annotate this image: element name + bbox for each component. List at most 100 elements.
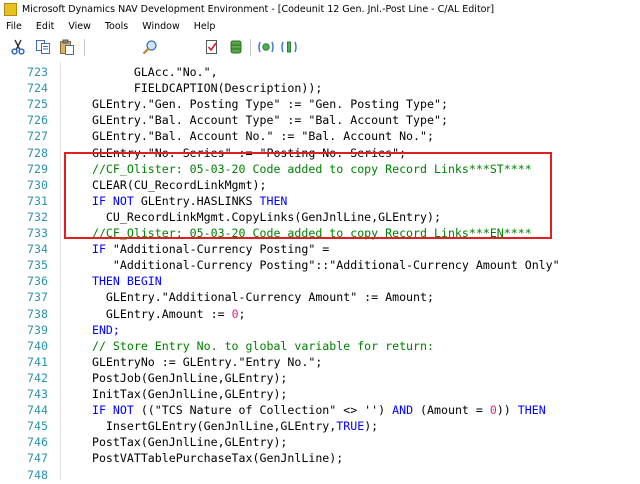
- toolbar-separator: [84, 39, 85, 56]
- code-text: THEN BEGIN: [78, 273, 162, 290]
- code-token: InsertGLEntry(GenJnlLine,GLEntry,: [78, 419, 337, 434]
- menu-help[interactable]: Help: [186, 21, 222, 32]
- code-token: GLEntry."Bal. Account No." := "Bal. Acco…: [78, 129, 434, 144]
- code-line[interactable]: 747 PostVATTablePurchaseTax(GenJnlLine);: [0, 450, 640, 467]
- toolbar-separator: [250, 39, 251, 56]
- code-line[interactable]: 740 // Store Entry No. to global variabl…: [0, 338, 640, 355]
- code-token: "Additional-Currency Posting"::"Addition…: [78, 258, 560, 273]
- code-token: "Additional-Currency Posting" =: [105, 242, 330, 257]
- code-line[interactable]: 743 InitTax(GenJnlLine,GLEntry);: [0, 386, 640, 403]
- code-token: GLEntry."Gen. Posting Type" := "Gen. Pos…: [78, 97, 448, 112]
- code-line[interactable]: 748: [0, 467, 640, 484]
- code-text: PostVATTablePurchaseTax(GenJnlLine);: [78, 450, 343, 467]
- code-text: GLEntry.Amount := 0;: [78, 306, 246, 323]
- paste-icon[interactable]: [57, 37, 77, 57]
- menu-view[interactable]: View: [60, 21, 97, 32]
- cal-code-editor[interactable]: 723 GLAcc."No.", 724 FIELDCAPTION(Descrip…: [0, 62, 640, 482]
- code-token: PostTax(GenJnlLine,GLEntry);: [78, 435, 288, 450]
- menu-edit[interactable]: Edit: [28, 21, 60, 32]
- line-number: 744: [27, 403, 48, 418]
- code-line[interactable]: 738 GLEntry.Amount := 0;: [0, 306, 640, 323]
- title-bar: Microsoft Dynamics NAV Development Envir…: [0, 0, 640, 18]
- code-token: AND: [392, 403, 414, 418]
- code-token: THEN: [517, 403, 546, 418]
- cut-icon[interactable]: [8, 37, 28, 57]
- code-token: THEN BEGIN: [78, 274, 162, 289]
- code-line[interactable]: 741 GLEntryNo := GLEntry."Entry No.";: [0, 354, 640, 371]
- line-number: 739: [27, 322, 48, 337]
- code-text: GLAcc."No.",: [78, 64, 218, 81]
- code-token: PostVATTablePurchaseTax(GenJnlLine);: [78, 451, 344, 466]
- line-number: 736: [27, 274, 48, 289]
- line-number: 723: [27, 65, 48, 79]
- line-number: 727: [27, 129, 48, 144]
- line-number: 734: [27, 242, 48, 257]
- line-number: 732: [27, 209, 48, 224]
- code-line[interactable]: 724 FIELDCAPTION(Description));: [0, 80, 640, 97]
- code-line[interactable]: 726 GLEntry."Bal. Account Type" := "Bal.…: [0, 112, 640, 129]
- code-line[interactable]: 737 GLEntry."Additional-Currency Amount"…: [0, 289, 640, 306]
- code-token: )): [496, 403, 518, 418]
- code-line[interactable]: 744 IF NOT (("TCS Nature of Collection" …: [0, 402, 640, 419]
- code-line[interactable]: 723 GLAcc."No.",: [0, 64, 640, 81]
- debug-icon[interactable]: [256, 37, 276, 57]
- code-text: GLEntry."Gen. Posting Type" := "Gen. Pos…: [78, 96, 448, 113]
- line-number: 741: [27, 354, 48, 369]
- line-number: 743: [27, 387, 48, 401]
- code-line[interactable]: 734 IF "Additional-Currency Posting" =: [0, 241, 640, 258]
- code-token: (Amount =: [413, 403, 490, 418]
- code-token: // Store Entry No. to global variable fo…: [78, 338, 434, 353]
- code-token: 0: [231, 306, 239, 321]
- line-number: 728: [27, 145, 48, 160]
- find-icon[interactable]: [140, 37, 160, 57]
- code-line[interactable]: 736 THEN BEGIN: [0, 273, 640, 290]
- menu-bar: File Edit View Tools Window Help: [0, 19, 640, 34]
- line-number: 731: [27, 193, 48, 208]
- code-token: );: [364, 419, 379, 434]
- line-number: 747: [27, 451, 48, 466]
- window-title: Microsoft Dynamics NAV Development Envir…: [22, 3, 495, 15]
- code-text: IF "Additional-Currency Posting" =: [78, 241, 329, 258]
- code-token: GLEntry."Additional-Currency Amount" := …: [78, 290, 434, 305]
- code-line[interactable]: 745 InsertGLEntry(GenJnlLine,GLEntry,TRU…: [0, 418, 640, 435]
- compile-icon[interactable]: [202, 37, 222, 57]
- code-text: // Store Entry No. to global variable fo…: [78, 338, 434, 355]
- code-text: PostJob(GenJnlLine,GLEntry);: [78, 370, 287, 387]
- code-token: PostJob(GenJnlLine,GLEntry);: [78, 370, 288, 385]
- code-line[interactable]: 725 GLEntry."Gen. Posting Type" := "Gen.…: [0, 96, 640, 113]
- code-text: PostTax(GenJnlLine,GLEntry);: [78, 434, 287, 451]
- code-line[interactable]: 746 PostTax(GenJnlLine,GLEntry);: [0, 434, 640, 451]
- highlight-annotation-box: [64, 152, 552, 239]
- code-text: IF NOT (("TCS Nature of Collection" <> '…: [78, 402, 546, 419]
- line-number: 745: [27, 419, 48, 434]
- menu-tools[interactable]: Tools: [97, 21, 134, 32]
- line-number: 746: [27, 435, 48, 450]
- menu-file[interactable]: File: [0, 21, 28, 32]
- line-number: 724: [27, 81, 48, 96]
- line-number: 726: [27, 113, 48, 128]
- code-text: END;: [78, 322, 120, 339]
- code-token: GLAcc."No.",: [78, 65, 218, 79]
- code-token: END;: [78, 322, 120, 337]
- line-number: 733: [27, 226, 48, 240]
- code-token: 0: [489, 403, 497, 418]
- code-token: (("TCS Nature of Collection" <> ''): [133, 403, 393, 418]
- nav-app-icon: [4, 2, 17, 16]
- line-number: 740: [27, 338, 48, 353]
- toolbar: [0, 35, 640, 61]
- code-line[interactable]: 727 GLEntry."Bal. Account No." := "Bal. …: [0, 128, 640, 145]
- code-text: GLEntry."Additional-Currency Amount" := …: [78, 289, 434, 306]
- copy-icon[interactable]: [33, 37, 53, 57]
- code-token: GLEntry."Bal. Account Type" := "Bal. Acc…: [78, 113, 448, 128]
- code-token: IF NOT: [78, 403, 134, 418]
- code-line[interactable]: 735 "Additional-Currency Posting"::"Addi…: [0, 257, 640, 274]
- code-line[interactable]: 739 END;: [0, 322, 640, 339]
- code-text: InsertGLEntry(GenJnlLine,GLEntry,TRUE);: [78, 418, 378, 435]
- code-text: "Additional-Currency Posting"::"Addition…: [78, 257, 560, 274]
- menu-window[interactable]: Window: [134, 21, 185, 32]
- database-icon[interactable]: [226, 37, 246, 57]
- code-line[interactable]: 742 PostJob(GenJnlLine,GLEntry);: [0, 370, 640, 387]
- code-token: GLEntry.Amount :=: [78, 306, 232, 321]
- breakpoint-icon[interactable]: [279, 37, 299, 57]
- line-number: 725: [27, 97, 48, 112]
